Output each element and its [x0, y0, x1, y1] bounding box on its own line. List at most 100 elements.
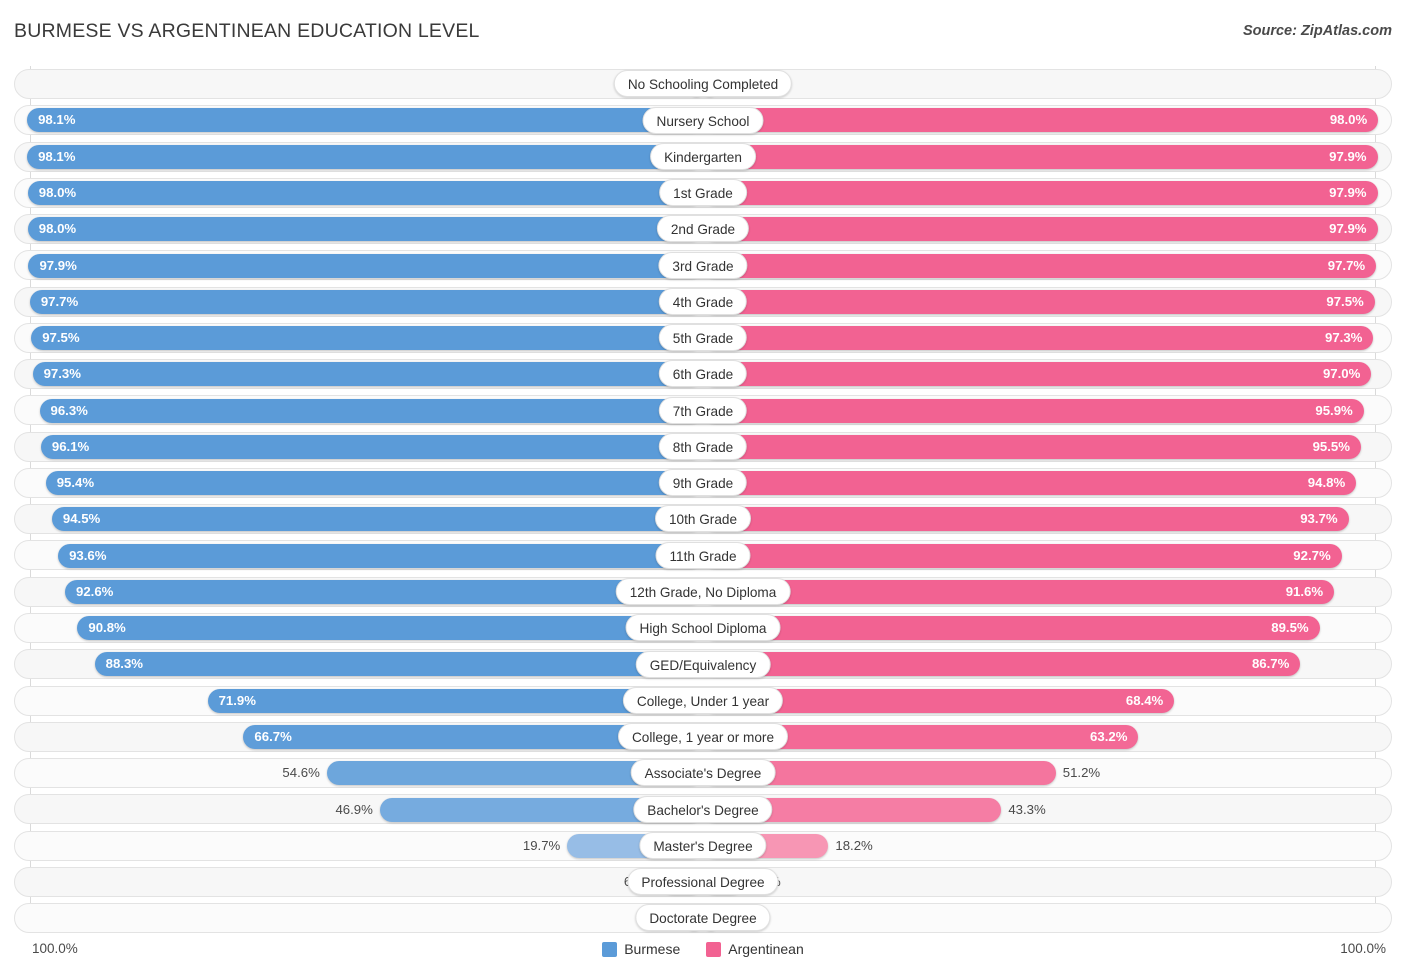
bar-burmese[interactable]	[32, 362, 703, 387]
value-label-burmese: 94.5%	[62, 511, 101, 527]
chart-row: 97.5% 97.3% 5th Grade	[14, 320, 1392, 356]
category-label[interactable]: 9th Grade	[658, 469, 748, 497]
value-label-burmese: 46.9%	[335, 801, 373, 817]
value-label-burmese: 97.5%	[42, 330, 80, 346]
bar-argentinean[interactable]	[703, 217, 1378, 242]
bar-argentinean[interactable]	[703, 108, 1379, 133]
category-label[interactable]: Bachelor's Degree	[633, 795, 773, 823]
category-label[interactable]: Associate's Degree	[630, 759, 776, 787]
bar-argentinean[interactable]	[703, 579, 1335, 604]
category-label[interactable]: No Schooling Completed	[613, 70, 793, 98]
category-label[interactable]: 3rd Grade	[658, 251, 748, 279]
category-label[interactable]: Doctorate Degree	[635, 904, 771, 932]
chart-row: 97.3% 97.0% 6th Grade	[14, 356, 1392, 392]
bar-argentinean[interactable]	[703, 253, 1377, 278]
bar-argentinean[interactable]	[703, 289, 1375, 314]
bar-burmese[interactable]	[27, 108, 703, 133]
value-label-argentinean: 68.4%	[1125, 692, 1164, 708]
category-label[interactable]: Kindergarten	[650, 142, 756, 170]
value-label-argentinean: 97.7%	[1327, 257, 1366, 273]
bar-argentinean[interactable]	[703, 543, 1342, 568]
value-label-argentinean: 97.0%	[1322, 366, 1361, 382]
value-label-argentinean: 93.7%	[1300, 511, 1338, 527]
legend-label-argentinean: Argentinean	[728, 941, 804, 957]
category-label[interactable]: 12th Grade, No Diploma	[615, 578, 791, 606]
bar-argentinean[interactable]	[703, 398, 1364, 423]
value-label-argentinean: 97.5%	[1326, 293, 1364, 309]
value-label-argentinean: 91.6%	[1285, 583, 1324, 599]
bar-argentinean[interactable]	[703, 180, 1378, 205]
bar-argentinean[interactable]	[703, 652, 1301, 677]
category-label[interactable]: Professional Degree	[627, 868, 779, 896]
chart-row: 19.7% 18.2% Master's Degree	[14, 828, 1392, 864]
legend-item-argentinean[interactable]: Argentinean	[706, 941, 804, 957]
bar-burmese[interactable]	[77, 616, 703, 641]
value-label-argentinean: 95.9%	[1315, 402, 1353, 418]
bar-burmese[interactable]	[39, 398, 703, 423]
value-label-argentinean: 92.7%	[1293, 547, 1331, 563]
value-label-burmese: 98.1%	[38, 148, 76, 164]
value-label-burmese: 98.0%	[38, 221, 77, 237]
chart-row: 96.3% 95.9% 7th Grade	[14, 392, 1392, 428]
value-label-burmese: 93.6%	[69, 547, 107, 563]
value-label-argentinean: 95.5%	[1312, 438, 1350, 454]
chart-row: 46.9% 43.3% Bachelor's Degree	[14, 791, 1392, 827]
value-label-argentinean: 18.2%	[835, 837, 873, 853]
chart-row: 97.9% 97.7% 3rd Grade	[14, 247, 1392, 283]
bar-burmese[interactable]	[58, 543, 703, 568]
category-label[interactable]: 5th Grade	[658, 324, 748, 352]
value-label-argentinean: 63.2%	[1090, 728, 1128, 744]
bar-argentinean[interactable]	[703, 144, 1378, 169]
chart-row: 93.6% 92.7% 11th Grade	[14, 537, 1392, 573]
category-label[interactable]: High School Diploma	[625, 614, 781, 642]
bar-burmese[interactable]	[40, 434, 703, 459]
category-label[interactable]: 4th Grade	[658, 287, 748, 315]
chart-rows: 1.9%2.1%No Schooling Completed 98.1% 98.0%…	[14, 66, 1392, 936]
bar-burmese[interactable]	[51, 507, 703, 532]
value-label-burmese: 88.3%	[105, 656, 144, 672]
legend-item-burmese[interactable]: Burmese	[602, 941, 680, 957]
chart-row: 96.1% 95.5% 8th Grade	[14, 429, 1392, 465]
value-label-argentinean: 97.9%	[1329, 221, 1367, 237]
category-label[interactable]: 6th Grade	[658, 360, 748, 388]
bar-burmese[interactable]	[31, 326, 703, 351]
category-label[interactable]: College, Under 1 year	[622, 686, 784, 714]
bar-argentinean[interactable]	[703, 471, 1357, 496]
chart-row: 95.4% 94.8% 9th Grade	[14, 465, 1392, 501]
category-label[interactable]: GED/Equivalency	[635, 650, 771, 678]
category-label[interactable]: 11th Grade	[655, 541, 751, 569]
value-label-burmese: 54.6%	[282, 765, 320, 781]
legend-swatch-argentinean	[706, 941, 722, 957]
value-label-argentinean: 98.0%	[1329, 112, 1368, 128]
value-label-burmese: 97.7%	[40, 293, 79, 309]
chart-row: 90.8% 89.5% High School Diploma	[14, 610, 1392, 646]
category-label[interactable]: 1st Grade	[659, 179, 747, 207]
bar-burmese[interactable]	[27, 180, 703, 205]
category-label[interactable]: 7th Grade	[658, 396, 748, 424]
bar-argentinean[interactable]	[703, 434, 1361, 459]
bar-burmese[interactable]	[94, 652, 703, 677]
bar-burmese[interactable]	[27, 217, 703, 242]
category-label[interactable]: 10th Grade	[654, 505, 752, 533]
bar-burmese[interactable]	[65, 579, 703, 604]
bar-argentinean[interactable]	[703, 362, 1372, 387]
bar-argentinean[interactable]	[703, 507, 1349, 532]
bar-argentinean[interactable]	[703, 326, 1374, 351]
value-label-burmese: 90.8%	[88, 620, 126, 636]
value-label-burmese: 92.6%	[75, 583, 114, 599]
bar-burmese[interactable]	[45, 471, 703, 496]
category-label[interactable]: 8th Grade	[658, 432, 748, 460]
bar-burmese[interactable]	[27, 144, 703, 169]
bar-burmese[interactable]	[28, 253, 703, 278]
chart-page: BURMESE VS ARGENTINEAN EDUCATION LEVEL S…	[0, 0, 1406, 975]
value-label-argentinean: 97.3%	[1325, 330, 1363, 346]
value-label-burmese: 19.7%	[522, 837, 561, 853]
category-label[interactable]: 2nd Grade	[656, 215, 750, 243]
bar-burmese[interactable]	[29, 289, 703, 314]
category-label[interactable]: Master's Degree	[639, 831, 767, 859]
chart-row: 88.3% 86.7% GED/Equivalency	[14, 646, 1392, 682]
bar-argentinean[interactable]	[703, 616, 1320, 641]
chart-footer: 100.0% 100.0% Burmese Argentinean	[14, 938, 1392, 966]
category-label[interactable]: College, 1 year or more	[617, 723, 789, 751]
category-label[interactable]: Nursery School	[642, 106, 764, 134]
